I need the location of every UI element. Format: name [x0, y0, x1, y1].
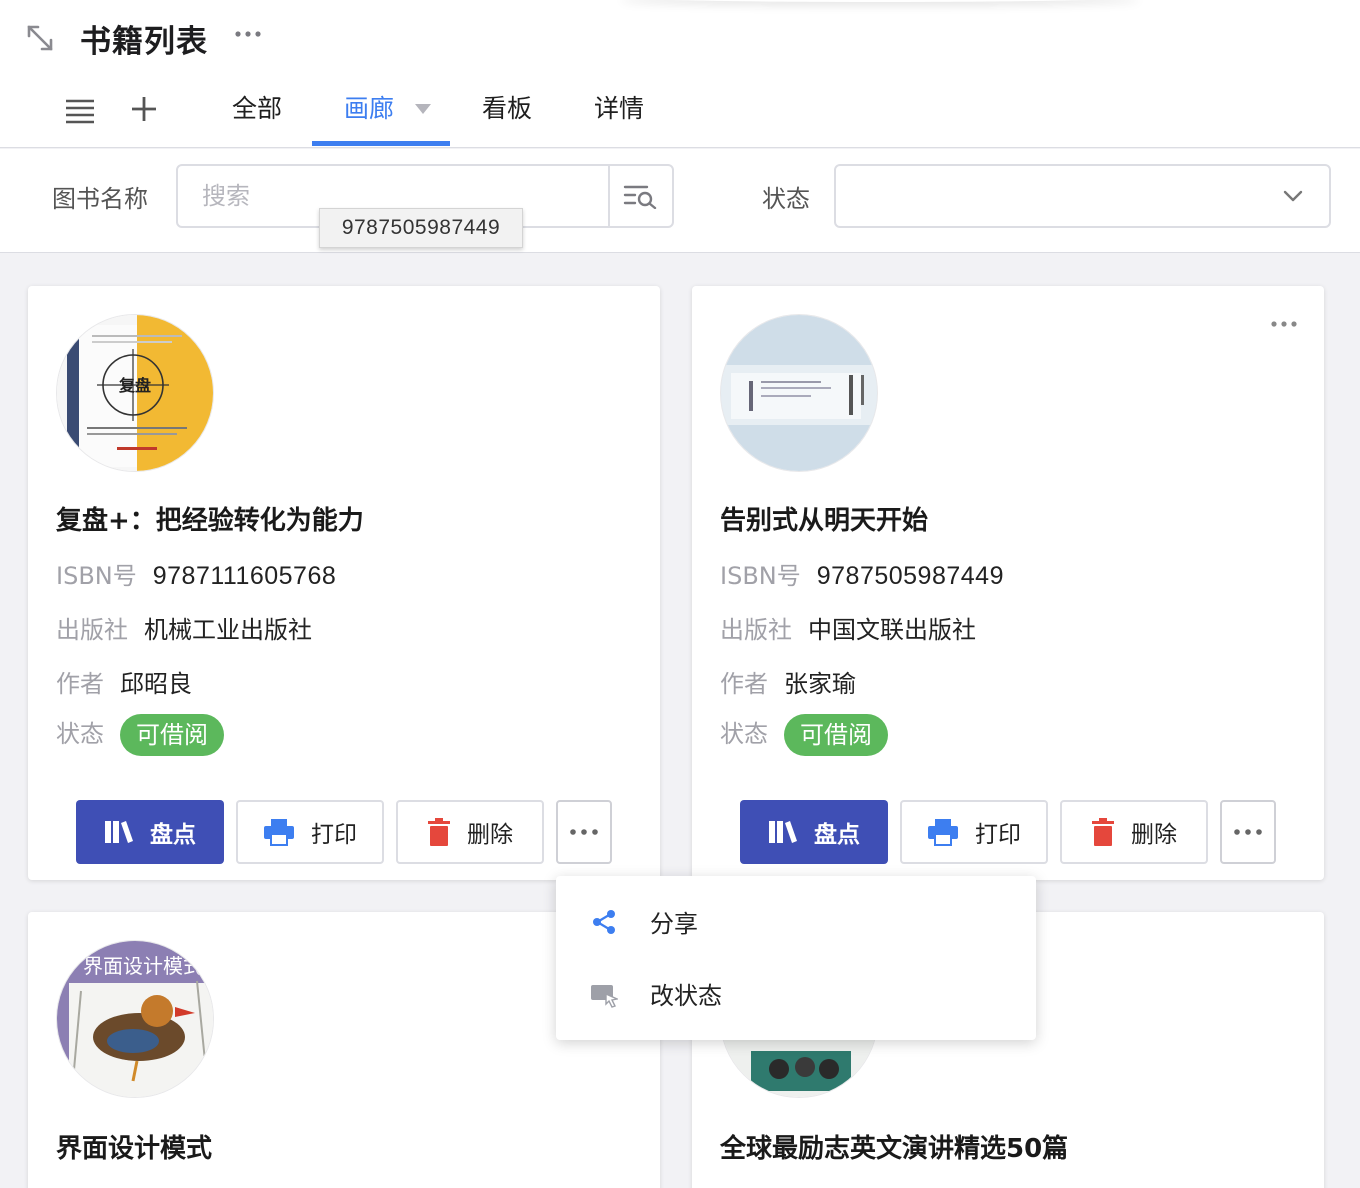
print-button[interactable]: 打印: [236, 800, 384, 864]
tab-all[interactable]: 全部: [228, 90, 286, 146]
more-actions-menu: 分享 改状态: [556, 876, 1036, 1040]
search-button[interactable]: [608, 166, 672, 226]
menu-item-change-status[interactable]: 改状态: [556, 958, 1036, 1030]
publisher-label: 出版社: [56, 616, 128, 644]
print-button[interactable]: 打印: [900, 800, 1048, 864]
tab-kanban[interactable]: 看板: [478, 90, 536, 146]
overlay-shadow: [620, 0, 1140, 2]
printer-icon: [928, 819, 958, 846]
publisher-row: 出版社 中国文联出版社: [720, 610, 976, 645]
title-more-icon[interactable]: [233, 24, 263, 44]
status-row: 状态 可借阅: [56, 714, 224, 756]
more-icon: [1234, 829, 1262, 835]
book-cover: 界面设计模式: [56, 940, 214, 1098]
status-label: 状态: [720, 720, 768, 748]
book-title[interactable]: 全球最励志英文演讲精选50篇: [720, 1128, 1068, 1165]
publisher-label: 出版社: [720, 616, 792, 644]
inventory-label: 盘点: [814, 822, 860, 848]
author-label: 作者: [56, 670, 104, 698]
print-label: 打印: [975, 822, 1021, 848]
status-select[interactable]: [834, 164, 1331, 228]
book-title[interactable]: 告别式从明天开始: [720, 500, 928, 537]
more-icon: [570, 829, 598, 835]
filter-bar: 图书名称 状态: [0, 149, 1360, 253]
change-status-icon: [591, 985, 618, 1008]
isbn-tooltip: 9787505987449: [319, 208, 523, 248]
tab-gallery[interactable]: 画廊: [340, 90, 398, 146]
isbn-row: ISBN号 9787111605768: [56, 556, 336, 591]
status-row: 状态 可借阅: [720, 714, 888, 756]
isbn-value: 9787111605768: [152, 562, 337, 590]
status-label: 状态: [56, 720, 104, 748]
book-name-label: 图书名称: [52, 185, 148, 213]
isbn-row: ISBN号 9787505987449: [720, 556, 1004, 591]
publisher-value: 机械工业出版社: [144, 616, 312, 644]
add-view-icon[interactable]: [130, 95, 158, 123]
author-value: 邱昭良: [120, 670, 192, 698]
book-cover: [720, 314, 878, 472]
book-title[interactable]: 复盘+：把经验转化为能力: [56, 500, 364, 537]
author-row: 作者 张家瑜: [720, 664, 856, 699]
isbn-label: ISBN号: [56, 562, 137, 590]
more-actions-button[interactable]: [1220, 800, 1276, 864]
trash-icon: [1092, 818, 1114, 846]
author-value: 张家瑜: [784, 670, 856, 698]
status-badge: 可借阅: [784, 714, 888, 756]
share-icon: [593, 910, 615, 934]
library-icon: [105, 821, 133, 843]
author-label: 作者: [720, 670, 768, 698]
menu-icon[interactable]: [64, 96, 96, 124]
delete-label: 删除: [467, 822, 513, 848]
trash-icon: [428, 818, 450, 846]
inventory-button[interactable]: 盘点: [740, 800, 888, 864]
library-icon: [769, 821, 797, 843]
inventory-button[interactable]: 盘点: [76, 800, 224, 864]
status-badge: 可借阅: [120, 714, 224, 756]
isbn-label: ISBN号: [720, 562, 801, 590]
more-actions-button[interactable]: [556, 800, 612, 864]
cover-title-text: 界面设计模式: [83, 954, 203, 978]
publisher-row: 出版社 机械工业出版社: [56, 610, 312, 645]
list-search-icon: [623, 185, 657, 209]
menu-item-share[interactable]: 分享: [556, 886, 1036, 958]
caret-down-icon[interactable]: [414, 103, 432, 115]
tab-details[interactable]: 详情: [590, 90, 648, 146]
active-tab-indicator: [312, 141, 450, 146]
book-card[interactable]: 告别式从明天开始 ISBN号 9787505987449 出版社 中国文联出版社 作…: [692, 286, 1324, 880]
book-cover: 复盘: [56, 314, 214, 472]
publisher-value: 中国文联出版社: [808, 616, 976, 644]
printer-icon: [264, 819, 294, 846]
view-tabs: 全部 画廊 看板 详情: [0, 78, 1360, 148]
chevron-down-icon: [1283, 190, 1303, 202]
isbn-value: 9787505987449: [816, 562, 1004, 590]
book-card[interactable]: 复盘 复盘+：把经验转化为能力 ISBN号 9787111605768 出版社 机械…: [28, 286, 660, 880]
app-header: 书籍列表 全部 画廊 看板 详情: [0, 0, 1360, 148]
inventory-label: 盘点: [150, 822, 196, 848]
cover-title-text: 复盘: [118, 376, 151, 395]
delete-button[interactable]: 删除: [396, 800, 544, 864]
card-more-icon[interactable]: [1270, 316, 1298, 332]
print-label: 打印: [311, 822, 357, 848]
page-title: 书籍列表: [80, 24, 208, 60]
delete-label: 删除: [1131, 822, 1177, 848]
change-status-label: 改状态: [650, 982, 722, 1010]
delete-button[interactable]: 删除: [1060, 800, 1208, 864]
author-row: 作者 邱昭良: [56, 664, 192, 699]
book-title[interactable]: 界面设计模式: [56, 1128, 212, 1165]
expand-icon[interactable]: [24, 22, 56, 54]
share-label: 分享: [650, 910, 698, 938]
status-filter-label: 状态: [762, 185, 810, 213]
